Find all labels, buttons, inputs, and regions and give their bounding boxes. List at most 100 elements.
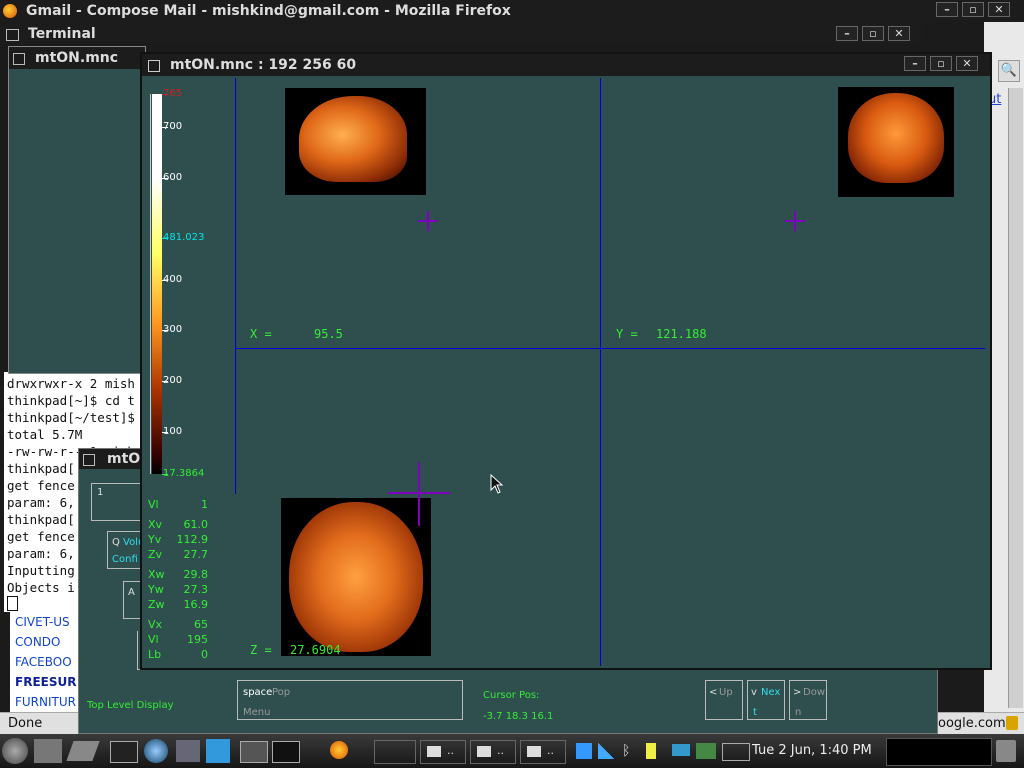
voxel-info-key: Yv bbox=[148, 533, 162, 546]
next-label: Nex bbox=[761, 687, 781, 698]
task-window-3[interactable]: .. bbox=[520, 740, 566, 764]
mtonsmall-titlebar[interactable]: mtON.mnc bbox=[9, 47, 145, 69]
viewer-close-button[interactable]: ✕ bbox=[956, 56, 978, 71]
colorbar-label: 300 bbox=[163, 324, 183, 336]
mtonsmall-window[interactable]: mtON.mnc bbox=[8, 46, 146, 374]
terminal-titlebar[interactable]: Terminal – ▫ ✕ bbox=[0, 24, 922, 44]
panel-divider-middle bbox=[235, 348, 985, 349]
monitor-icon[interactable] bbox=[240, 741, 268, 763]
menu-field-1[interactable]: 1 bbox=[91, 483, 145, 521]
bookmark-item-0[interactable]: CIVET-US bbox=[15, 615, 70, 629]
mtonmenu-titlebar[interactable]: mtO bbox=[79, 449, 145, 469]
terminal-close-button[interactable]: ✕ bbox=[888, 26, 910, 41]
voxel-info-row: Vl 195 bbox=[148, 633, 208, 646]
voxel-info-key: Zv bbox=[148, 548, 163, 561]
y-coordinate-label: Y = bbox=[616, 327, 638, 341]
firefox-close-button[interactable]: ✕ bbox=[988, 2, 1010, 17]
network-status-icon[interactable] bbox=[598, 743, 614, 759]
console-icon[interactable] bbox=[272, 741, 300, 763]
bluetooth-icon[interactable]: ᛒ bbox=[622, 743, 632, 759]
voxel-info-key: Vx bbox=[148, 618, 163, 631]
voxel-info-row: Vl 1 bbox=[148, 498, 208, 511]
voxel-info-value: 61.0 bbox=[183, 518, 209, 531]
clock[interactable]: Tue 2 Jun, 1:40 PM bbox=[752, 743, 872, 758]
voxel-info-key: Xv bbox=[148, 518, 163, 531]
task-window-1[interactable]: .. bbox=[420, 740, 466, 764]
system-monitor-icon[interactable] bbox=[696, 743, 716, 759]
menu-space-pop-button[interactable]: space Pop Menu bbox=[237, 680, 463, 720]
x-coordinate-label: X = bbox=[250, 327, 272, 341]
coronal-slice-image[interactable] bbox=[838, 87, 954, 197]
taskbar: .. .. .. ᛒ Tue 2 Jun, 1:40 PM bbox=[0, 734, 1024, 768]
z-coordinate-label: Z = bbox=[250, 643, 272, 657]
down-sub: n bbox=[795, 707, 802, 718]
voxel-info-key: Xw bbox=[148, 568, 165, 581]
menu-next-button[interactable]: v Nex t bbox=[747, 680, 785, 720]
firefox-search-icon[interactable]: 🔍 bbox=[998, 60, 1020, 82]
bookmark-item-2[interactable]: FACEBOO bbox=[15, 655, 72, 669]
voxel-info-row: Lb 0 bbox=[148, 648, 208, 661]
firefox-title: Gmail - Compose Mail - mishkind@gmail.co… bbox=[26, 3, 511, 19]
task-label-3: .. bbox=[547, 744, 554, 757]
cursor-pos-label: Cursor Pos: bbox=[483, 690, 540, 701]
terminal-title: Terminal bbox=[28, 26, 96, 42]
viewer-minimize-button[interactable]: – bbox=[904, 56, 926, 71]
voxel-info-key: Yw bbox=[148, 583, 164, 596]
y-coordinate-value: 121.188 bbox=[656, 327, 707, 341]
voxel-info-value: 112.9 bbox=[176, 533, 209, 546]
voxel-info-row: Zw 16.9 bbox=[148, 598, 208, 611]
voxel-info-row: Vx 65 bbox=[148, 618, 208, 631]
dropbox-icon[interactable] bbox=[576, 743, 592, 759]
editor-icon[interactable] bbox=[66, 741, 100, 761]
coronal-cursor bbox=[785, 211, 805, 231]
voxel-info-value: 29.8 bbox=[183, 568, 209, 581]
space-label: Pop bbox=[272, 687, 291, 698]
files-icon[interactable] bbox=[176, 740, 200, 762]
start-gear-icon[interactable] bbox=[2, 738, 28, 764]
voxel-info-value: 0 bbox=[201, 648, 208, 661]
settings-icon[interactable] bbox=[34, 739, 62, 763]
viewer-window[interactable]: mtON.mnc : 192 256 60 – ▫ ✕ 765 700 600 481… bbox=[140, 52, 992, 670]
firefox-titlebar[interactable]: Gmail - Compose Mail - mishkind@gmail.co… bbox=[0, 0, 1024, 22]
viewer-titlebar[interactable]: mtON.mnc : 192 256 60 – ▫ ✕ bbox=[142, 54, 990, 76]
menu-up-button[interactable]: < Up bbox=[705, 680, 743, 720]
voxel-info-value: 27.7 bbox=[183, 548, 209, 561]
space-key: space bbox=[243, 687, 273, 698]
trash-icon[interactable] bbox=[996, 740, 1016, 762]
task-terminal-button[interactable] bbox=[374, 740, 416, 764]
battery-icon[interactable] bbox=[646, 743, 656, 759]
display-icon[interactable] bbox=[722, 743, 750, 761]
sagittal-slice-image[interactable] bbox=[285, 88, 426, 195]
terminal-launcher-icon[interactable] bbox=[110, 741, 138, 763]
voxel-info-value: 1 bbox=[201, 498, 208, 511]
voxel-info-key: Lb bbox=[148, 648, 162, 661]
network-globe-icon[interactable] bbox=[144, 739, 168, 763]
terminal-maximize-button[interactable]: ▫ bbox=[862, 26, 884, 41]
x-coordinate-value: 95.5 bbox=[314, 327, 343, 341]
bookmark-item-4[interactable]: FURNITUR bbox=[15, 695, 76, 709]
firefox-minimize-button[interactable]: – bbox=[936, 2, 958, 17]
firefox-status-text: Done bbox=[8, 716, 43, 731]
colorbar-label: 200 bbox=[163, 375, 183, 387]
colorbar-label: 765 bbox=[163, 88, 183, 99]
menu-down-button[interactable]: > Dow n bbox=[789, 680, 827, 720]
bookmark-item-3[interactable]: FREESUR bbox=[15, 675, 76, 689]
task-firefox-icon[interactable] bbox=[330, 741, 348, 759]
panel-divider-center bbox=[600, 78, 601, 666]
terminal-minimize-button[interactable]: – bbox=[836, 26, 858, 41]
voxel-info-value: 65 bbox=[194, 618, 208, 631]
workspace-switcher[interactable] bbox=[886, 738, 992, 766]
task-window-2[interactable]: .. bbox=[470, 740, 516, 764]
cube-icon[interactable] bbox=[206, 739, 230, 763]
firefox-maximize-button[interactable]: ▫ bbox=[962, 2, 984, 17]
volume-icon[interactable] bbox=[672, 744, 690, 756]
viewer-maximize-button[interactable]: ▫ bbox=[930, 56, 952, 71]
terminal-line: thinkpad[~]$ cd t bbox=[7, 393, 135, 408]
panel-divider-left bbox=[235, 78, 236, 494]
colorbar-label: 700 bbox=[163, 121, 183, 133]
colorbar-label: 481.023 bbox=[163, 232, 205, 244]
firefox-scrollbar[interactable] bbox=[1008, 88, 1023, 708]
mtonsmall-icon bbox=[13, 53, 25, 65]
mtonmenu-icon bbox=[83, 454, 95, 466]
bookmark-item-1[interactable]: CONDO bbox=[15, 635, 61, 649]
